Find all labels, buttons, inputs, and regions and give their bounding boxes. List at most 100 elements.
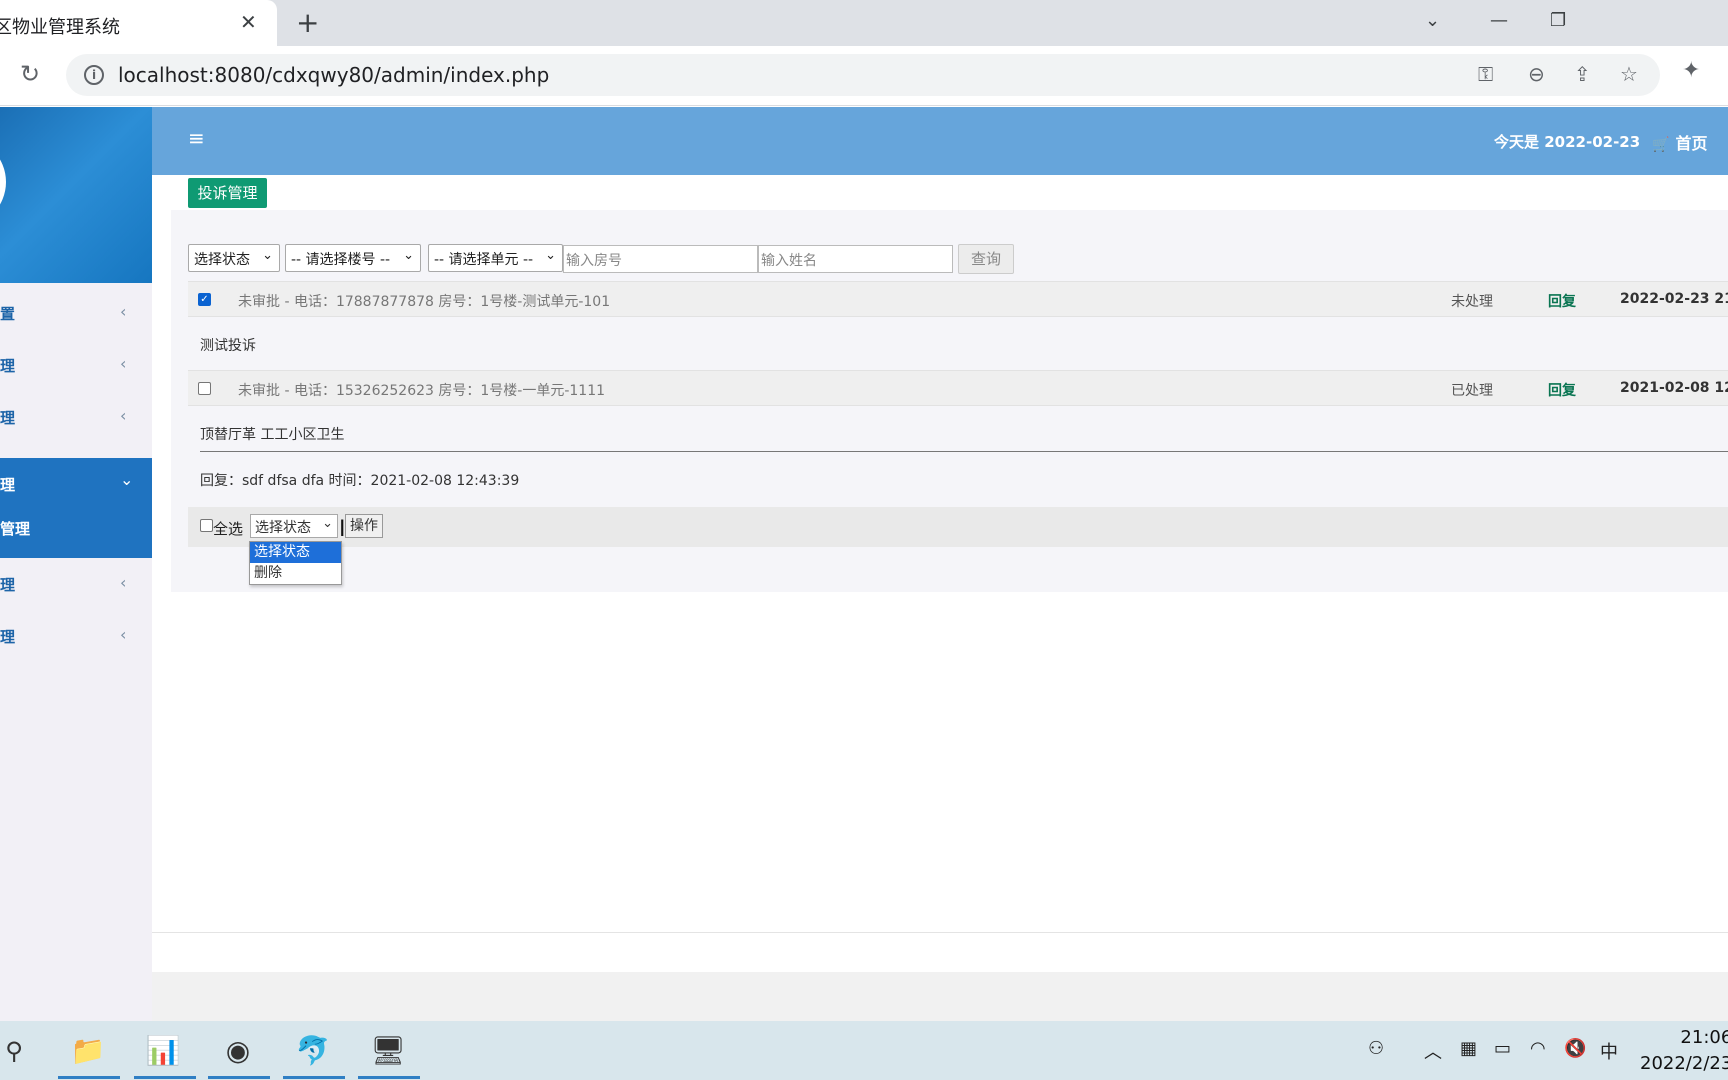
new-tab-button[interactable]: + xyxy=(296,6,319,39)
clock-time: 21:06 xyxy=(1680,1027,1728,1048)
footer-divider xyxy=(152,932,1728,933)
taskbar: ⚲ 📁 📊 ◉ 🐬 🖥 ⚇ ︿ ▦ ▭ ◠ 🔇 中 21:06 2022/2/2… xyxy=(0,1021,1728,1080)
text-cursor-icon: I xyxy=(339,517,346,542)
site-info-icon[interactable]: i xyxy=(84,65,104,85)
minimize-icon[interactable]: — xyxy=(1490,10,1508,31)
file-explorer-icon[interactable]: 📁 xyxy=(66,1029,110,1073)
status-filter-select[interactable]: 选择状态 ⌄ xyxy=(188,244,280,272)
complaint-status: 已处理 xyxy=(1451,383,1493,399)
chevron-left-icon: ‹ xyxy=(120,354,127,373)
active-indicator xyxy=(358,1076,420,1079)
battery-icon[interactable]: ▭ xyxy=(1494,1038,1511,1059)
show-hidden-icons-chevron[interactable]: ︿ xyxy=(1424,1038,1442,1064)
volume-muted-icon[interactable]: 🔇 xyxy=(1564,1038,1586,1059)
sidebar-item-1[interactable]: 置 ‹ xyxy=(0,287,152,339)
chevron-down-icon: ⌄ xyxy=(262,248,273,263)
complaint-time: 2022-02-23 21 xyxy=(1620,291,1728,307)
chrome-icon[interactable]: ◉ xyxy=(216,1029,260,1073)
url-text[interactable]: localhost:8080/cdxqwy80/admin/index.php xyxy=(118,63,549,87)
top-header: ≡ 今天是 2022-02-23 🛒 首页 xyxy=(152,107,1728,175)
sidebar-item-5[interactable]: 理 ‹ xyxy=(0,558,152,610)
extensions-icon[interactable]: ✦ xyxy=(1682,58,1700,83)
cart-icon: 🛒 xyxy=(1652,137,1670,153)
complaint-reply: 回复：sdf dfsa dfa 时间：2021-02-08 12:43:39 xyxy=(200,473,520,489)
taskbar-clock[interactable]: 21:06 2022/2/23 xyxy=(1640,1025,1728,1077)
tab-search-chevron-icon[interactable]: ⌄ xyxy=(1425,10,1440,31)
unit-select[interactable]: -- 请选择单元 -- ⌄ xyxy=(428,244,563,272)
reload-icon[interactable]: ↻ xyxy=(20,60,40,88)
sidebar: 置 ‹ 理 ‹ 理 ‹ 理 ⌄ 管理 理 ‹ 理 ‹ xyxy=(0,107,152,1021)
active-indicator xyxy=(283,1076,345,1079)
wifi-icon[interactable]: ◠ xyxy=(1530,1038,1546,1059)
avatar xyxy=(0,137,6,227)
dolphin-app-icon[interactable]: 🐬 xyxy=(291,1029,335,1073)
reply-link[interactable]: 回复 xyxy=(1548,380,1576,400)
presentation-app-icon[interactable]: 📊 xyxy=(141,1029,185,1073)
menu-toggle-icon[interactable]: ≡ xyxy=(188,126,205,150)
browser-tab[interactable]: 区物业管理系统 ✕ xyxy=(0,0,277,46)
home-link[interactable]: 🛒 首页 xyxy=(1652,130,1707,154)
chevron-left-icon: ‹ xyxy=(120,406,127,425)
page-title-button[interactable]: 投诉管理 xyxy=(188,178,267,208)
complaint-row: 未审批 - 电话：15326252623 房号：1号楼-一单元-1111 已处理… xyxy=(188,370,1728,406)
bulk-action-value: 选择状态 xyxy=(255,520,311,536)
sidebar-item-label: 理 xyxy=(0,628,16,646)
chevron-left-icon: ‹ xyxy=(120,625,127,644)
tab-close-icon[interactable]: ✕ xyxy=(240,10,257,34)
sidebar-logo xyxy=(0,107,152,283)
restore-icon[interactable]: ❐ xyxy=(1550,10,1566,31)
complaint-content: 顶替厅革 工工小区卫生 xyxy=(200,427,345,443)
status-filter-value: 选择状态 xyxy=(194,252,250,268)
complaint-row: ✓ 未审批 - 电话：17887877878 房号：1号楼-测试单元-101 未… xyxy=(188,281,1728,317)
room-number-input[interactable]: 输入房号 xyxy=(563,245,758,273)
dropdown-option[interactable]: 选择状态 xyxy=(250,542,341,563)
chevron-down-icon: ⌄ xyxy=(545,248,556,263)
ime-indicator[interactable]: 中 xyxy=(1600,1038,1618,1064)
today-date: 今天是 2022-02-23 xyxy=(1494,133,1641,151)
sidebar-item-3[interactable]: 理 ‹ xyxy=(0,391,152,443)
home-label: 首页 xyxy=(1675,134,1708,153)
bulk-action-button[interactable]: 操作 xyxy=(345,514,383,538)
sidebar-item-2[interactable]: 理 ‹ xyxy=(0,339,152,391)
app-tray-icon[interactable]: ▦ xyxy=(1460,1038,1477,1059)
select-all-checkbox[interactable] xyxy=(200,519,213,532)
sidebar-item-6[interactable]: 理 ‹ xyxy=(0,610,152,662)
clock-date: 2022/2/23 xyxy=(1640,1053,1728,1074)
sidebar-item-label: 理 xyxy=(0,409,16,427)
share-icon[interactable]: ⇪ xyxy=(1574,62,1591,86)
active-indicator xyxy=(208,1076,270,1079)
row-checkbox[interactable]: ✓ xyxy=(198,293,211,306)
browser-tab-bar: 区物业管理系统 ✕ + ⌄ — ❐ xyxy=(0,0,1728,46)
select-all-label: 全选 xyxy=(213,520,244,538)
building-select-value: -- 请选择楼号 -- xyxy=(291,252,391,268)
sidebar-item-active[interactable]: 理 ⌄ 管理 xyxy=(0,458,152,558)
complaint-meta: 未审批 - 电话：17887877878 房号：1号楼-测试单元-101 xyxy=(238,294,611,310)
complaint-meta: 未审批 - 电话：15326252623 房号：1号楼-一单元-1111 xyxy=(238,383,606,399)
row-checkbox[interactable] xyxy=(198,382,211,395)
sidebar-item-label: 置 xyxy=(0,305,16,323)
sidebar-item-label: 理 xyxy=(0,576,16,594)
network-app-icon[interactable]: 🖥 xyxy=(366,1029,410,1073)
dropdown-option[interactable]: 删除 xyxy=(250,563,341,584)
complaint-status: 未处理 xyxy=(1451,294,1493,310)
complaint-time: 2021-02-08 12 xyxy=(1620,380,1728,396)
complaint-content: 测试投诉 xyxy=(200,338,256,354)
search-icon[interactable]: ⚲ xyxy=(0,1029,36,1073)
address-bar[interactable]: i localhost:8080/cdxqwy80/admin/index.ph… xyxy=(66,54,1660,96)
active-indicator xyxy=(134,1076,196,1079)
bookmark-star-icon[interactable]: ☆ xyxy=(1620,62,1638,86)
key-icon[interactable]: ⚿ xyxy=(1478,62,1493,86)
chevron-left-icon: ‹ xyxy=(120,302,127,321)
reply-link[interactable]: 回复 xyxy=(1548,291,1576,311)
people-icon[interactable]: ⚇ xyxy=(1368,1038,1384,1059)
zoom-icon[interactable]: ⊖ xyxy=(1528,62,1545,86)
sidebar-subitem-complaints[interactable]: 管理 xyxy=(0,518,30,539)
chevron-down-icon: ⌄ xyxy=(120,470,134,489)
sidebar-item-label: 理 xyxy=(0,476,16,494)
name-input[interactable]: 输入姓名 xyxy=(758,245,953,273)
bulk-action-dropdown: 选择状态 删除 xyxy=(249,541,342,585)
tab-title: 区物业管理系统 xyxy=(0,17,120,38)
query-button[interactable]: 查询 xyxy=(958,244,1014,274)
building-select[interactable]: -- 请选择楼号 -- ⌄ xyxy=(285,244,421,272)
bulk-action-select[interactable]: 选择状态 ⌄ xyxy=(250,514,338,538)
